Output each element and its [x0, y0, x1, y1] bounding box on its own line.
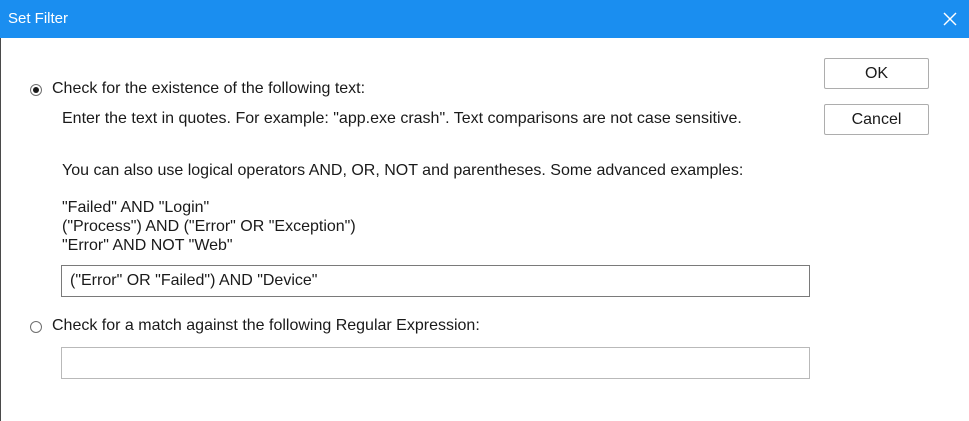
example-line: "Error" AND NOT "Web" [62, 237, 233, 254]
window-left-edge [0, 38, 1, 421]
close-button[interactable] [937, 6, 963, 32]
text-search-input[interactable] [61, 265, 810, 297]
text-search-radio[interactable] [30, 84, 42, 96]
regex-label: Check for a match against the following … [52, 317, 480, 334]
regex-radio[interactable] [30, 321, 42, 333]
example-line: "Failed" AND "Login" [62, 199, 210, 216]
logical-operators-help: You can also use logical operators AND, … [62, 162, 744, 179]
example-line: ("Process") AND ("Error" OR "Exception") [62, 218, 356, 235]
ok-button[interactable]: OK [824, 58, 929, 89]
text-search-help: Enter the text in quotes. For example: "… [62, 110, 742, 127]
text-search-label: Check for the existence of the following… [52, 80, 366, 97]
regex-input[interactable] [61, 347, 810, 379]
close-icon [943, 12, 957, 26]
title-bar: Set Filter [0, 0, 969, 38]
cancel-button[interactable]: Cancel [824, 104, 929, 135]
window-title: Set Filter [8, 10, 69, 27]
